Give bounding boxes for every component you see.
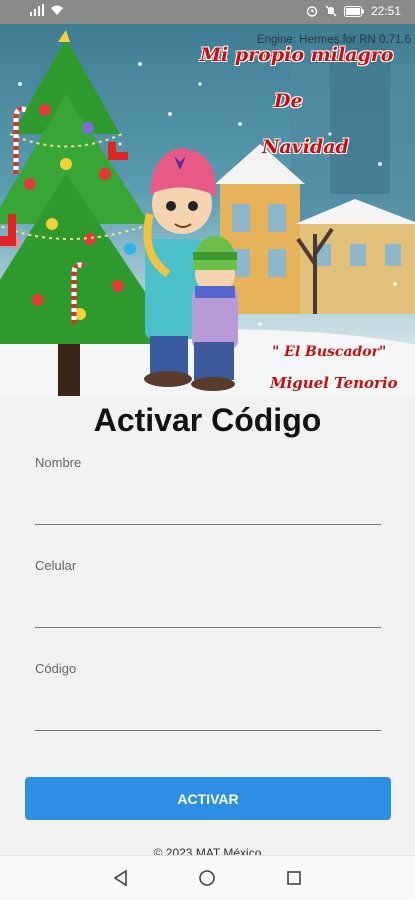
nombre-input[interactable]: [35, 477, 381, 517]
signal-icon: [30, 4, 44, 16]
navigation-bar: [0, 855, 415, 900]
celular-label: Celular: [35, 558, 77, 573]
celular-field: Celular: [35, 558, 381, 628]
nombre-field: Nombre: [35, 455, 381, 525]
status-right: 22:51: [306, 4, 401, 18]
status-bar: 22:51: [0, 0, 415, 24]
codigo-label: Código: [35, 661, 77, 676]
alarm-icon: [306, 6, 318, 17]
christmas-illustration: [0, 30, 415, 396]
activar-button[interactable]: ACTIVAR: [25, 777, 391, 820]
codigo-input[interactable]: [35, 683, 381, 723]
book-title-line3: Navidad: [262, 136, 349, 158]
status-left: [30, 4, 64, 16]
home-icon[interactable]: [197, 868, 217, 888]
back-icon[interactable]: [111, 868, 131, 888]
author-name: Miguel Tenorio: [270, 374, 398, 392]
mute-icon: [325, 5, 337, 17]
celular-input[interactable]: [35, 580, 381, 620]
boy-character: [191, 236, 238, 391]
codigo-field: Código: [35, 661, 381, 731]
page-title: Activar Código: [93, 402, 322, 438]
nombre-label: Nombre: [35, 455, 82, 470]
hero-banner: Engine: Hermes for RN 0.71.6 Mi propio m…: [0, 24, 415, 396]
book-title-line2: De: [274, 90, 303, 112]
author-alias: " El Buscador": [272, 344, 387, 360]
book-title-line1: Mi propio milagro: [200, 44, 394, 66]
recents-icon[interactable]: [284, 868, 304, 888]
status-time: 22:51: [370, 4, 401, 18]
battery-icon: [343, 5, 364, 17]
wifi-icon: [51, 5, 63, 15]
